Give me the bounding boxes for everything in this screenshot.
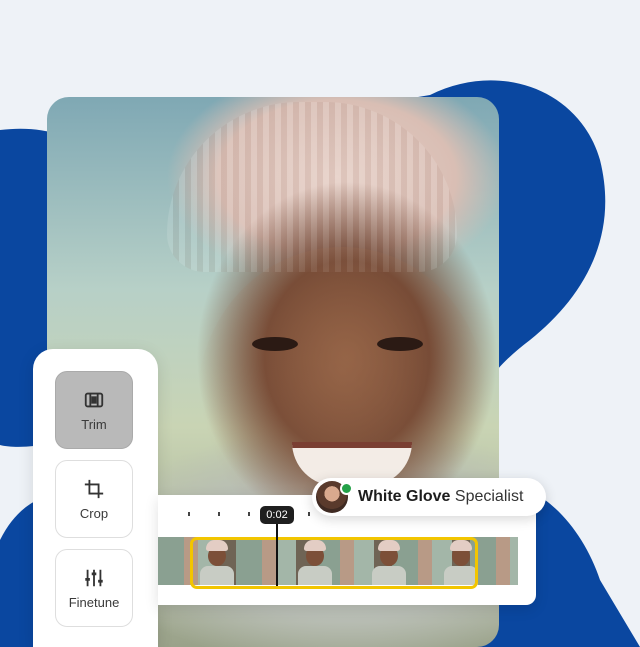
trim-label: Trim [81, 416, 107, 432]
specialist-title-bold: White Glove [358, 488, 451, 505]
crop-label: Crop [79, 505, 109, 521]
online-status-dot [340, 482, 353, 495]
timeline-tick [188, 512, 190, 516]
finetune-icon [85, 569, 103, 586]
specialist-badge: White Glove Specialist [312, 478, 546, 516]
trim-icon [84, 392, 104, 407]
left-eye [252, 337, 298, 351]
finetune-label: Finetune [68, 594, 120, 610]
crop-icon [84, 479, 104, 498]
timeline-tick [248, 512, 250, 516]
trim-selection[interactable] [190, 537, 478, 589]
trim-button[interactable]: Trim [55, 371, 133, 449]
right-eye [377, 337, 423, 351]
edit-tools-panel: Trim Crop Finetune [33, 349, 158, 647]
specialist-title: White Glove Specialist [358, 488, 523, 506]
playhead[interactable] [276, 524, 278, 586]
timeline-tick [308, 512, 310, 516]
playhead-time[interactable]: 0:02 [260, 506, 294, 524]
crop-button[interactable]: Crop [55, 460, 133, 538]
specialist-title-rest: Specialist [454, 488, 524, 505]
finetune-button[interactable]: Finetune [55, 549, 133, 627]
timeline-tick [218, 512, 220, 516]
beanie [167, 102, 457, 272]
